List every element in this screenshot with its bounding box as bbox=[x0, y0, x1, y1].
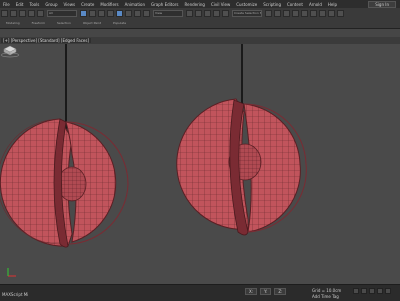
menu-rendering[interactable]: Rendering bbox=[182, 2, 208, 7]
layer-icon[interactable] bbox=[283, 9, 290, 17]
scale-icon[interactable] bbox=[134, 9, 141, 17]
reference-coord-dropdown[interactable]: View bbox=[153, 9, 183, 17]
coord-z-field[interactable]: Z: bbox=[274, 288, 287, 295]
percent-snap-icon[interactable] bbox=[213, 9, 220, 17]
align-icon[interactable] bbox=[274, 9, 281, 17]
unlink-icon[interactable] bbox=[28, 9, 35, 17]
prev-frame-icon[interactable] bbox=[361, 288, 367, 294]
place-icon[interactable] bbox=[143, 9, 150, 17]
render-setup-icon[interactable] bbox=[319, 9, 326, 17]
ribbon-modeling[interactable]: Modeling bbox=[6, 21, 20, 25]
go-to-start-icon[interactable] bbox=[353, 288, 359, 294]
coordinate-display: X: Y: Z: bbox=[245, 288, 287, 295]
menu-help[interactable]: Help bbox=[325, 2, 340, 7]
axis-tripod-icon bbox=[7, 268, 16, 277]
angle-snap-icon[interactable] bbox=[204, 9, 211, 17]
menu-scripting[interactable]: Scripting bbox=[260, 2, 284, 7]
render-frame-icon[interactable] bbox=[328, 9, 335, 17]
link-icon[interactable] bbox=[19, 9, 26, 17]
menu-bar: File Edit Tools Group Views Create Modif… bbox=[0, 0, 400, 8]
schematic-icon[interactable] bbox=[301, 9, 308, 17]
selection-filter-dropdown[interactable]: All bbox=[47, 9, 77, 17]
maxscript-listener[interactable]: MAXScript Mi bbox=[2, 292, 28, 297]
play-icon[interactable] bbox=[369, 288, 375, 294]
menu-graph-editors[interactable]: Graph Editors bbox=[148, 2, 181, 7]
toolbar-row-main: All View Create Selection Set bbox=[0, 8, 345, 18]
render-icon[interactable] bbox=[337, 9, 344, 17]
scene-render bbox=[0, 44, 307, 277]
move-icon[interactable] bbox=[116, 9, 123, 17]
next-frame-icon[interactable] bbox=[377, 288, 383, 294]
snap-icon[interactable] bbox=[195, 9, 202, 17]
spinner-snap-icon[interactable] bbox=[222, 9, 229, 17]
menu-civil-view[interactable]: Civil View bbox=[208, 2, 233, 7]
main-toolbar: All View Create Selection Set Modeling F… bbox=[0, 8, 400, 29]
coord-x-field[interactable]: X: bbox=[245, 288, 258, 295]
select-by-name-icon[interactable] bbox=[89, 9, 96, 17]
ribbon-populate[interactable]: Populate bbox=[113, 21, 126, 25]
menu-group[interactable]: Group bbox=[42, 2, 60, 7]
rotate-icon[interactable] bbox=[125, 9, 132, 17]
go-to-end-icon[interactable] bbox=[385, 288, 391, 294]
ribbon-object-paint[interactable]: Object Paint bbox=[83, 21, 101, 25]
ribbon-freeform[interactable]: Freeform bbox=[32, 21, 45, 25]
menu-edit[interactable]: Edit bbox=[13, 2, 27, 7]
viewport-label[interactable]: [+] [Perspective] [Standard] [Edged Face… bbox=[1, 38, 92, 43]
curve-editor-icon[interactable] bbox=[292, 9, 299, 17]
bind-spacewarp-icon[interactable] bbox=[37, 9, 44, 17]
add-time-tag-button[interactable]: Add Time Tag bbox=[312, 294, 339, 299]
lamp-object-left[interactable] bbox=[0, 44, 129, 248]
viewport-perspective[interactable] bbox=[0, 44, 400, 284]
redo-icon[interactable] bbox=[10, 9, 17, 17]
menu-customize[interactable]: Customize bbox=[233, 2, 260, 7]
menu-tools[interactable]: Tools bbox=[26, 2, 42, 7]
viewcube-icon[interactable] bbox=[0, 44, 20, 58]
lamp-object-right[interactable] bbox=[176, 44, 307, 236]
grid-size-label: Grid = 10.0cm bbox=[312, 288, 342, 293]
ribbon-tabs: Modeling Freeform Selection Object Paint… bbox=[0, 18, 132, 28]
menu-arnold[interactable]: Arnold bbox=[306, 2, 325, 7]
coord-y-field[interactable]: Y: bbox=[260, 288, 272, 295]
menu-file[interactable]: File bbox=[0, 2, 13, 7]
menu-content[interactable]: Content bbox=[284, 2, 306, 7]
menu-modifiers[interactable]: Modifiers bbox=[97, 2, 121, 7]
undo-icon[interactable] bbox=[1, 9, 8, 17]
playback-controls bbox=[352, 288, 392, 294]
status-bar: MAXScript Mi X: Y: Z: Grid = 10.0cm Add … bbox=[0, 284, 400, 301]
menu-create[interactable]: Create bbox=[78, 2, 97, 7]
pivot-icon[interactable] bbox=[186, 9, 193, 17]
ribbon-selection[interactable]: Selection bbox=[57, 21, 71, 25]
material-editor-icon[interactable] bbox=[310, 9, 317, 17]
menu-animation[interactable]: Animation bbox=[122, 2, 148, 7]
selection-set-dropdown[interactable]: Create Selection Set bbox=[232, 9, 262, 17]
rect-selection-icon[interactable] bbox=[98, 9, 105, 17]
window-crossing-icon[interactable] bbox=[107, 9, 114, 17]
select-object-icon[interactable] bbox=[80, 9, 87, 17]
sign-in-button[interactable]: Sign In bbox=[368, 0, 396, 8]
mirror-icon[interactable] bbox=[265, 9, 272, 17]
menu-views[interactable]: Views bbox=[61, 2, 79, 7]
